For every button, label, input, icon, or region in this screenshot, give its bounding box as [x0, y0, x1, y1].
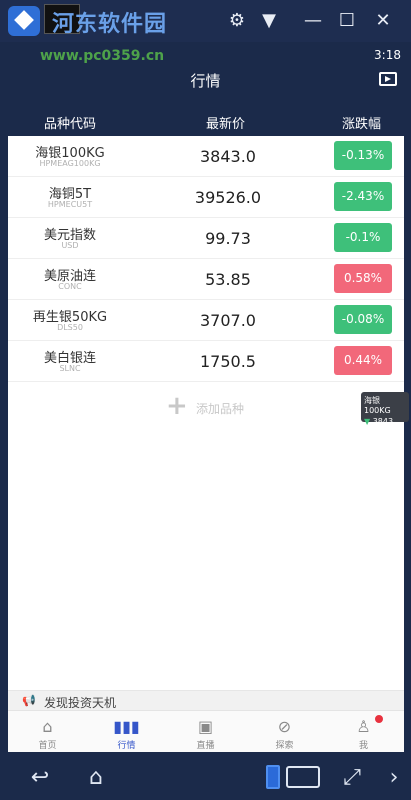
row-price: 3843.0 — [200, 147, 256, 166]
home-icon: ⌂ — [42, 717, 53, 736]
tab-label: 我 — [358, 741, 368, 751]
home-nav-icon[interactable]: ⌂ — [76, 762, 116, 794]
watermark-title: 河东软件园 — [52, 12, 168, 37]
tab-live[interactable]: ▣ 直播 — [166, 711, 245, 753]
tab-label: 探索 — [275, 741, 294, 751]
table-row[interactable]: 再生银50KG DLS50 3707.0 -0.08% — [8, 300, 404, 341]
column-header: 品种代码 最新价 涨跌幅 — [0, 104, 411, 136]
change-badge[interactable]: -2.43% — [334, 182, 392, 211]
floating-quote-name: 海银100KG — [364, 396, 391, 415]
fullscreen-icon[interactable]: ⤢ — [336, 762, 368, 794]
tab-explore[interactable]: ⊘ 探索 — [245, 711, 324, 753]
emulator-title-bar: 河东软件园 ⚙ ▼ — ☐ ✕ — [0, 0, 411, 42]
tab-home[interactable]: ⌂ 首页 — [8, 711, 87, 753]
dropdown-icon[interactable]: ▼ — [256, 8, 282, 34]
row-price: 53.85 — [205, 270, 251, 289]
change-badge[interactable]: 0.58% — [334, 264, 392, 293]
system-nav-bar: ↩ ⌂ ⤢ › — [0, 756, 411, 800]
row-code: USD — [61, 241, 79, 250]
floating-quote-widget[interactable]: 海银100KG ▼ 3843 — [361, 392, 409, 426]
row-price: 99.73 — [205, 229, 251, 248]
table-row[interactable]: 美元指数 USD 99.73 -0.1% — [8, 218, 404, 259]
add-symbol-button[interactable]: + 添加品种 — [8, 382, 404, 432]
discover-banner[interactable]: 📢 发现投资天机 — [8, 690, 404, 710]
gear-icon[interactable]: ⚙ — [224, 8, 250, 34]
tab-market[interactable]: ▮▮▮ 行情 — [87, 711, 166, 753]
live-tv-icon: ▣ — [197, 717, 214, 736]
add-symbol-label: 添加品种 — [196, 402, 245, 416]
column-name: 品种代码 — [44, 117, 97, 132]
emulator-logo-icon — [8, 6, 40, 36]
status-clock: 3:18 — [374, 48, 401, 62]
tab-label: 直播 — [196, 741, 215, 751]
floating-quote-value: 3843 — [372, 417, 394, 426]
row-price: 3707.0 — [200, 311, 256, 330]
down-arrow-icon: ▼ — [364, 417, 371, 426]
tab-label: 首页 — [38, 741, 57, 751]
change-badge[interactable]: -0.13% — [334, 141, 392, 170]
plus-icon: + — [166, 391, 188, 421]
user-icon: ♙ — [356, 717, 371, 736]
back-icon[interactable]: ↩ — [18, 762, 62, 794]
column-change: 涨跌幅 — [342, 117, 382, 132]
row-code: CONC — [58, 282, 82, 291]
row-code: HPMEAG100KG — [39, 159, 101, 168]
screen-cast-icon[interactable] — [379, 72, 397, 86]
tab-label: 行情 — [117, 741, 136, 751]
minimize-icon[interactable]: — — [300, 8, 326, 34]
column-price: 最新价 — [206, 117, 246, 132]
page-title: 行情 — [190, 72, 221, 90]
table-row[interactable]: 美白银连 SLNC 1750.5 0.44% — [8, 341, 404, 382]
notification-dot — [375, 715, 383, 723]
chart-icon: ▮▮▮ — [113, 717, 140, 736]
change-badge[interactable]: -0.08% — [334, 305, 392, 334]
watermark-url: www.pc0359.cn — [40, 48, 165, 64]
compass-icon: ⊘ — [277, 717, 292, 736]
row-code: HPMECU5T — [47, 200, 93, 209]
quote-list: 海银100KG HPMEAG100KG 3843.0 -0.13% 海铜5T H… — [8, 136, 404, 710]
chevron-right-icon[interactable]: › — [382, 762, 406, 794]
megaphone-icon: 📢 — [22, 694, 36, 707]
table-row[interactable]: 美原油连 CONC 53.85 0.58% — [8, 259, 404, 300]
row-code: DLS50 — [57, 323, 83, 332]
row-price: 1750.5 — [200, 352, 256, 371]
discover-label: 发现投资天机 — [44, 696, 117, 710]
keyboard-icon[interactable] — [286, 766, 320, 788]
row-code: SLNC — [59, 364, 81, 373]
phone-mode-icon[interactable] — [266, 765, 280, 789]
close-icon[interactable]: ✕ — [370, 8, 396, 34]
app-header: www.pc0359.cn 3:18 行情 — [0, 42, 411, 94]
row-price: 39526.0 — [194, 188, 262, 207]
change-badge[interactable]: 0.44% — [334, 346, 392, 375]
change-badge[interactable]: -0.1% — [334, 223, 392, 252]
bottom-tab-bar: ⌂ 首页 ▮▮▮ 行情 ▣ 直播 ⊘ 探索 ♙ 我 — [8, 710, 404, 752]
table-row[interactable]: 海铜5T HPMECU5T 39526.0 -2.43% — [8, 177, 404, 218]
left-frame — [0, 94, 8, 756]
tab-me[interactable]: ♙ 我 — [324, 711, 403, 753]
maximize-icon[interactable]: ☐ — [334, 8, 360, 34]
table-row[interactable]: 海银100KG HPMEAG100KG 3843.0 -0.13% — [8, 136, 404, 177]
